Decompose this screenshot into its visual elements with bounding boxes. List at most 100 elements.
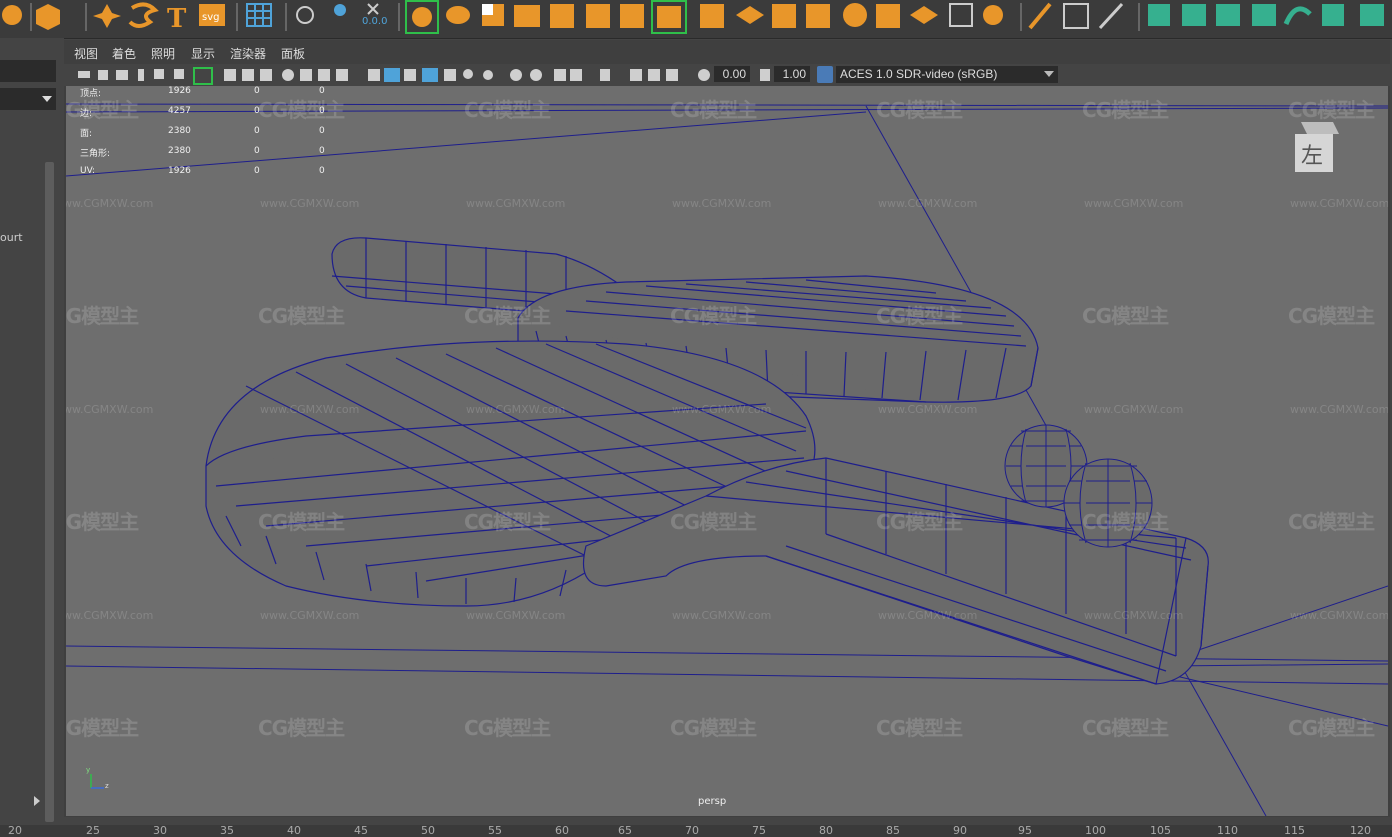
watermark-url: www.CGMXW.com — [1084, 609, 1184, 622]
watermark-url: www.CGMXW.com — [1084, 197, 1184, 210]
watermark-url: www.CGMXW.com — [260, 609, 360, 622]
svg-text:T: T — [167, 4, 187, 34]
ruler-tick: 70 — [685, 824, 699, 837]
ruler-tick: 50 — [421, 824, 435, 837]
watermark-logo: CG模型主 — [876, 98, 963, 122]
color-management-icon[interactable] — [817, 66, 833, 83]
ruler-tick: 35 — [220, 824, 234, 837]
ruler-tick: 100 — [1085, 824, 1106, 837]
hud-value: 1926 — [168, 166, 191, 176]
watermark-logo: CG模型主 — [258, 98, 345, 122]
watermark-url: www.CGMXW.com — [672, 609, 772, 622]
ruler-tick: 30 — [153, 824, 167, 837]
ruler-tick: 105 — [1150, 824, 1171, 837]
hud-value: 1926 — [168, 86, 191, 96]
axis-z-label: z — [105, 782, 109, 790]
watermark-url: www.CGMXW.com — [66, 197, 154, 210]
watermark-url: www.CGMXW.com — [878, 609, 978, 622]
scene-wireframe — [66, 103, 1388, 816]
hud-value: 0 — [319, 126, 325, 136]
watermark-logo: CG模型主 — [464, 716, 551, 740]
watermark-logo: CG模型主 — [876, 510, 963, 534]
watermark-logo: CG模型主 — [1082, 98, 1169, 122]
left-panel-field[interactable] — [0, 60, 56, 82]
hud-value: 0 — [254, 86, 260, 96]
color-space-value: ACES 1.0 SDR-video (sRGB) — [840, 67, 998, 81]
watermark-url: www.CGMXW.com — [672, 197, 772, 210]
watermark-url: www.CGMXW.com — [66, 403, 154, 416]
exposure-field[interactable]: 0.00 — [714, 66, 750, 82]
hud-label: 边: — [80, 109, 93, 119]
watermark-logo: CG模型主 — [670, 510, 757, 534]
watermark-url: www.CGMXW.com — [66, 815, 153, 816]
svg-text:0.0.0: 0.0.0 — [362, 16, 387, 27]
shelf-icon-group-green[interactable] — [1148, 4, 1384, 26]
chevron-down-icon — [1044, 71, 1054, 77]
hud-value: 0 — [319, 146, 325, 156]
ruler-tick: 90 — [953, 824, 967, 837]
ruler-tick: 25 — [86, 824, 100, 837]
hud-value: 0 — [254, 126, 260, 136]
scroll-right-icon[interactable] — [34, 796, 40, 806]
menu-shading[interactable]: 着色 — [112, 45, 136, 62]
ruler-tick: 45 — [354, 824, 368, 837]
gamma-field[interactable]: 1.00 — [774, 66, 810, 82]
watermark-url: www.CGMXW.com — [1290, 609, 1388, 622]
3d-viewport[interactable]: CG模型主 CG模型主 CG模型主 CG模型主 CG模型主 CG模型主 CG模型… — [66, 86, 1388, 816]
left-panel-scrollbar[interactable] — [45, 162, 54, 822]
ruler-tick: 60 — [555, 824, 569, 837]
watermark-url: www.CGMXW.com — [466, 403, 566, 416]
watermark-logo: CG模型主 — [464, 304, 551, 328]
ruler-tick: 115 — [1284, 824, 1305, 837]
watermark-url: www.CGMXW.com — [878, 403, 978, 416]
watermark-url: www.CGMXW.com — [260, 403, 360, 416]
hud-value: 2380 — [168, 126, 191, 136]
shelf-icon-group-orange[interactable]: T svg 0.0.0 — [2, 0, 1124, 34]
watermark-logo: CG模型主 — [1082, 716, 1169, 740]
menu-view[interactable]: 视图 — [74, 45, 98, 62]
watermark-logo: CG模型主 — [66, 510, 139, 534]
camera-name: persp — [698, 796, 727, 807]
ruler-tick: 95 — [1018, 824, 1032, 837]
left-panel-dropdown[interactable] — [0, 88, 56, 110]
hud-value: 0 — [319, 166, 325, 176]
watermark-logo: CG模型主 — [66, 304, 139, 328]
view-cube[interactable]: 左 — [1293, 114, 1339, 172]
menu-show[interactable]: 显示 — [191, 45, 215, 62]
watermark-logo: CG模型主 — [1082, 510, 1169, 534]
ruler-tick: 120 — [1350, 824, 1371, 837]
watermark-url: www.CGMXW.com — [878, 197, 978, 210]
view-cube-label: 左 — [1301, 144, 1324, 169]
panel-toolbar-icons[interactable] — [64, 64, 824, 86]
svg-text:svg: svg — [202, 12, 219, 23]
ruler-tick: 75 — [752, 824, 766, 837]
hud-value: 2380 — [168, 146, 191, 156]
menu-lighting[interactable]: 照明 — [151, 45, 175, 62]
ruler-tick: 55 — [488, 824, 502, 837]
watermark-url: www.CGMXW.com — [672, 403, 772, 416]
watermark-logo: CG模型主 — [1288, 304, 1375, 328]
ruler-tick: 85 — [886, 824, 900, 837]
color-space-select[interactable]: ACES 1.0 SDR-video (sRGB) — [836, 66, 1058, 83]
menu-panels[interactable]: 面板 — [281, 45, 305, 62]
ruler-tick: 40 — [287, 824, 301, 837]
ruler-tick: 65 — [618, 824, 632, 837]
watermark-logo: CG模型主 — [464, 98, 551, 122]
left-panel-text: ourt — [0, 231, 23, 244]
hud-label: 三角形: — [80, 149, 111, 159]
hud-value: 4257 — [168, 106, 191, 116]
time-ruler[interactable]: 20 25 30 35 40 45 50 55 60 65 70 75 80 8… — [0, 824, 1392, 837]
hud-label: 面: — [80, 129, 93, 139]
hud-value: 0 — [319, 106, 325, 116]
watermark-url: www.CGMXW.com — [66, 609, 154, 622]
watermark-url: www.CGMXW.com — [466, 609, 566, 622]
watermark-logo: CG模型主 — [258, 716, 345, 740]
watermark-logo: CG模型主 — [670, 98, 757, 122]
watermark-url: www.CGMXW.com — [1290, 403, 1388, 416]
ruler-tick: 20 — [8, 824, 22, 837]
axis-gizmo-icon — [90, 774, 104, 789]
menu-renderer[interactable]: 渲染器 — [230, 45, 266, 62]
panel-menubar: 视图 着色 照明 显示 渲染器 面板 — [64, 43, 1390, 63]
watermark-url: www.CGMXW.com — [1084, 403, 1184, 416]
watermark-logo: CG模型主 — [1288, 510, 1375, 534]
